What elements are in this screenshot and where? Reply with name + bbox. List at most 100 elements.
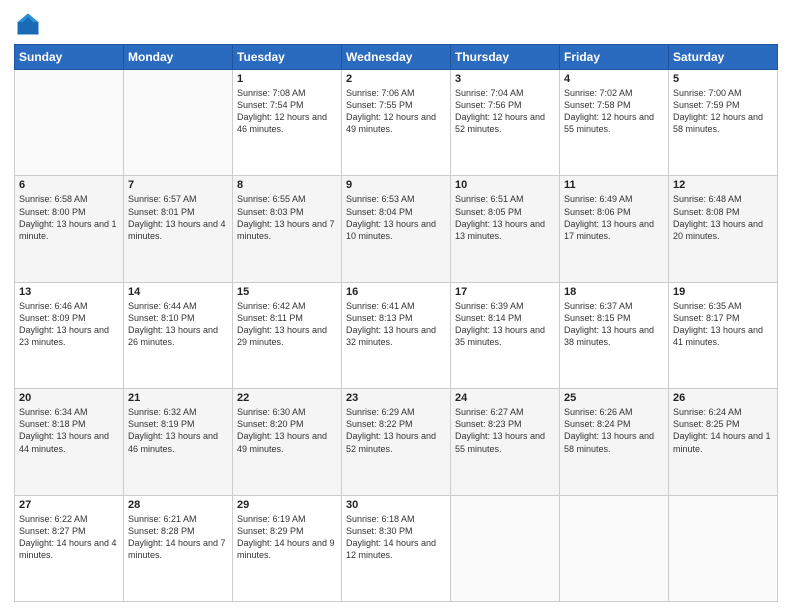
calendar-cell: 12 Sunrise: 6:48 AM Sunset: 8:08 PM Dayli… [669,176,778,282]
cell-info: Sunrise: 7:04 AM Sunset: 7:56 PM Dayligh… [455,87,555,136]
day-number: 20 [19,392,119,404]
calendar-cell: 30 Sunrise: 6:18 AM Sunset: 8:30 PM Dayli… [342,495,451,601]
cell-info: Sunrise: 6:48 AM Sunset: 8:08 PM Dayligh… [673,193,773,242]
calendar-cell: 26 Sunrise: 6:24 AM Sunset: 8:25 PM Dayli… [669,389,778,495]
calendar-cell: 3 Sunrise: 7:04 AM Sunset: 7:56 PM Daylig… [451,70,560,176]
cell-info: Sunrise: 6:42 AM Sunset: 8:11 PM Dayligh… [237,300,337,349]
calendar-cell: 1Sunrise: 7:08 AM Sunset: 7:54 PM Daylig… [233,70,342,176]
logo-icon [14,10,42,38]
day-number: 8 [237,179,337,191]
day-number: 11 [564,179,664,191]
weekday-header: Tuesday [233,45,342,70]
calendar-header-row: SundayMondayTuesdayWednesdayThursdayFrid… [15,45,778,70]
day-number: 24 [455,392,555,404]
calendar-cell: 29 Sunrise: 6:19 AM Sunset: 8:29 PM Dayli… [233,495,342,601]
calendar-cell: 20 Sunrise: 6:34 AM Sunset: 8:18 PM Dayli… [15,389,124,495]
calendar-cell: 27 Sunrise: 6:22 AM Sunset: 8:27 PM Dayli… [15,495,124,601]
calendar-cell: 18 Sunrise: 6:37 AM Sunset: 8:15 PM Dayli… [560,282,669,388]
calendar-cell [15,70,124,176]
cell-info: Sunrise: 6:41 AM Sunset: 8:13 PM Dayligh… [346,300,446,349]
day-number: 9 [346,179,446,191]
cell-info: Sunrise: 6:55 AM Sunset: 8:03 PM Dayligh… [237,193,337,242]
cell-info: Sunrise: 6:35 AM Sunset: 8:17 PM Dayligh… [673,300,773,349]
cell-info: Sunrise: 6:53 AM Sunset: 8:04 PM Dayligh… [346,193,446,242]
day-number: 3 [455,73,555,85]
page: SundayMondayTuesdayWednesdayThursdayFrid… [0,0,792,612]
calendar-cell: 19 Sunrise: 6:35 AM Sunset: 8:17 PM Dayli… [669,282,778,388]
cell-info: Sunrise: 6:24 AM Sunset: 8:25 PM Dayligh… [673,406,773,455]
weekday-header: Wednesday [342,45,451,70]
cell-info: Sunrise: 6:44 AM Sunset: 8:10 PM Dayligh… [128,300,228,349]
cell-info: Sunrise: 6:34 AM Sunset: 8:18 PM Dayligh… [19,406,119,455]
calendar-cell [669,495,778,601]
calendar-cell: 8 Sunrise: 6:55 AM Sunset: 8:03 PM Daylig… [233,176,342,282]
weekday-header: Monday [124,45,233,70]
day-number: 30 [346,499,446,511]
day-number: 14 [128,286,228,298]
cell-info: Sunrise: 7:08 AM Sunset: 7:54 PM Dayligh… [237,87,337,136]
day-number: 13 [19,286,119,298]
cell-info: Sunrise: 7:00 AM Sunset: 7:59 PM Dayligh… [673,87,773,136]
cell-info: Sunrise: 6:30 AM Sunset: 8:20 PM Dayligh… [237,406,337,455]
weekday-header: Saturday [669,45,778,70]
day-number: 2 [346,73,446,85]
calendar-cell: 11 Sunrise: 6:49 AM Sunset: 8:06 PM Dayli… [560,176,669,282]
day-number: 12 [673,179,773,191]
cell-info: Sunrise: 6:46 AM Sunset: 8:09 PM Dayligh… [19,300,119,349]
day-number: 4 [564,73,664,85]
calendar-cell: 5Sunrise: 7:00 AM Sunset: 7:59 PM Daylig… [669,70,778,176]
cell-info: Sunrise: 6:26 AM Sunset: 8:24 PM Dayligh… [564,406,664,455]
day-number: 7 [128,179,228,191]
calendar-week-row: 13 Sunrise: 6:46 AM Sunset: 8:09 PM Dayli… [15,282,778,388]
calendar-cell: 17Sunrise: 6:39 AM Sunset: 8:14 PM Dayli… [451,282,560,388]
day-number: 16 [346,286,446,298]
cell-info: Sunrise: 6:19 AM Sunset: 8:29 PM Dayligh… [237,513,337,562]
day-number: 26 [673,392,773,404]
day-number: 17 [455,286,555,298]
calendar-cell: 24Sunrise: 6:27 AM Sunset: 8:23 PM Dayli… [451,389,560,495]
day-number: 19 [673,286,773,298]
cell-info: Sunrise: 6:37 AM Sunset: 8:15 PM Dayligh… [564,300,664,349]
calendar-week-row: 20 Sunrise: 6:34 AM Sunset: 8:18 PM Dayli… [15,389,778,495]
cell-info: Sunrise: 7:06 AM Sunset: 7:55 PM Dayligh… [346,87,446,136]
calendar-cell: 7 Sunrise: 6:57 AM Sunset: 8:01 PM Daylig… [124,176,233,282]
cell-info: Sunrise: 6:32 AM Sunset: 8:19 PM Dayligh… [128,406,228,455]
day-number: 25 [564,392,664,404]
day-number: 10 [455,179,555,191]
weekday-header: Thursday [451,45,560,70]
cell-info: Sunrise: 7:02 AM Sunset: 7:58 PM Dayligh… [564,87,664,136]
day-number: 18 [564,286,664,298]
day-number: 6 [19,179,119,191]
calendar-cell: 13 Sunrise: 6:46 AM Sunset: 8:09 PM Dayli… [15,282,124,388]
calendar-cell: 22 Sunrise: 6:30 AM Sunset: 8:20 PM Dayli… [233,389,342,495]
calendar-cell: 23Sunrise: 6:29 AM Sunset: 8:22 PM Dayli… [342,389,451,495]
calendar-cell [451,495,560,601]
calendar-cell: 6 Sunrise: 6:58 AM Sunset: 8:00 PM Daylig… [15,176,124,282]
calendar-cell: 15 Sunrise: 6:42 AM Sunset: 8:11 PM Dayli… [233,282,342,388]
header [14,10,778,38]
day-number: 27 [19,499,119,511]
day-number: 29 [237,499,337,511]
calendar-cell: 28 Sunrise: 6:21 AM Sunset: 8:28 PM Dayli… [124,495,233,601]
calendar-cell: 10 Sunrise: 6:51 AM Sunset: 8:05 PM Dayli… [451,176,560,282]
cell-info: Sunrise: 6:51 AM Sunset: 8:05 PM Dayligh… [455,193,555,242]
cell-info: Sunrise: 6:22 AM Sunset: 8:27 PM Dayligh… [19,513,119,562]
cell-info: Sunrise: 6:57 AM Sunset: 8:01 PM Dayligh… [128,193,228,242]
calendar-week-row: 6 Sunrise: 6:58 AM Sunset: 8:00 PM Daylig… [15,176,778,282]
calendar-cell: 16 Sunrise: 6:41 AM Sunset: 8:13 PM Dayli… [342,282,451,388]
cell-info: Sunrise: 6:49 AM Sunset: 8:06 PM Dayligh… [564,193,664,242]
weekday-header: Friday [560,45,669,70]
calendar-cell: 4 Sunrise: 7:02 AM Sunset: 7:58 PM Daylig… [560,70,669,176]
day-number: 22 [237,392,337,404]
day-number: 28 [128,499,228,511]
cell-info: Sunrise: 6:21 AM Sunset: 8:28 PM Dayligh… [128,513,228,562]
calendar-cell: 25 Sunrise: 6:26 AM Sunset: 8:24 PM Dayli… [560,389,669,495]
day-number: 15 [237,286,337,298]
calendar-cell: 21Sunrise: 6:32 AM Sunset: 8:19 PM Dayli… [124,389,233,495]
cell-info: Sunrise: 6:18 AM Sunset: 8:30 PM Dayligh… [346,513,446,562]
calendar-week-row: 27 Sunrise: 6:22 AM Sunset: 8:27 PM Dayli… [15,495,778,601]
cell-info: Sunrise: 6:58 AM Sunset: 8:00 PM Dayligh… [19,193,119,242]
calendar-table: SundayMondayTuesdayWednesdayThursdayFrid… [14,44,778,602]
calendar-cell [560,495,669,601]
calendar-cell [124,70,233,176]
